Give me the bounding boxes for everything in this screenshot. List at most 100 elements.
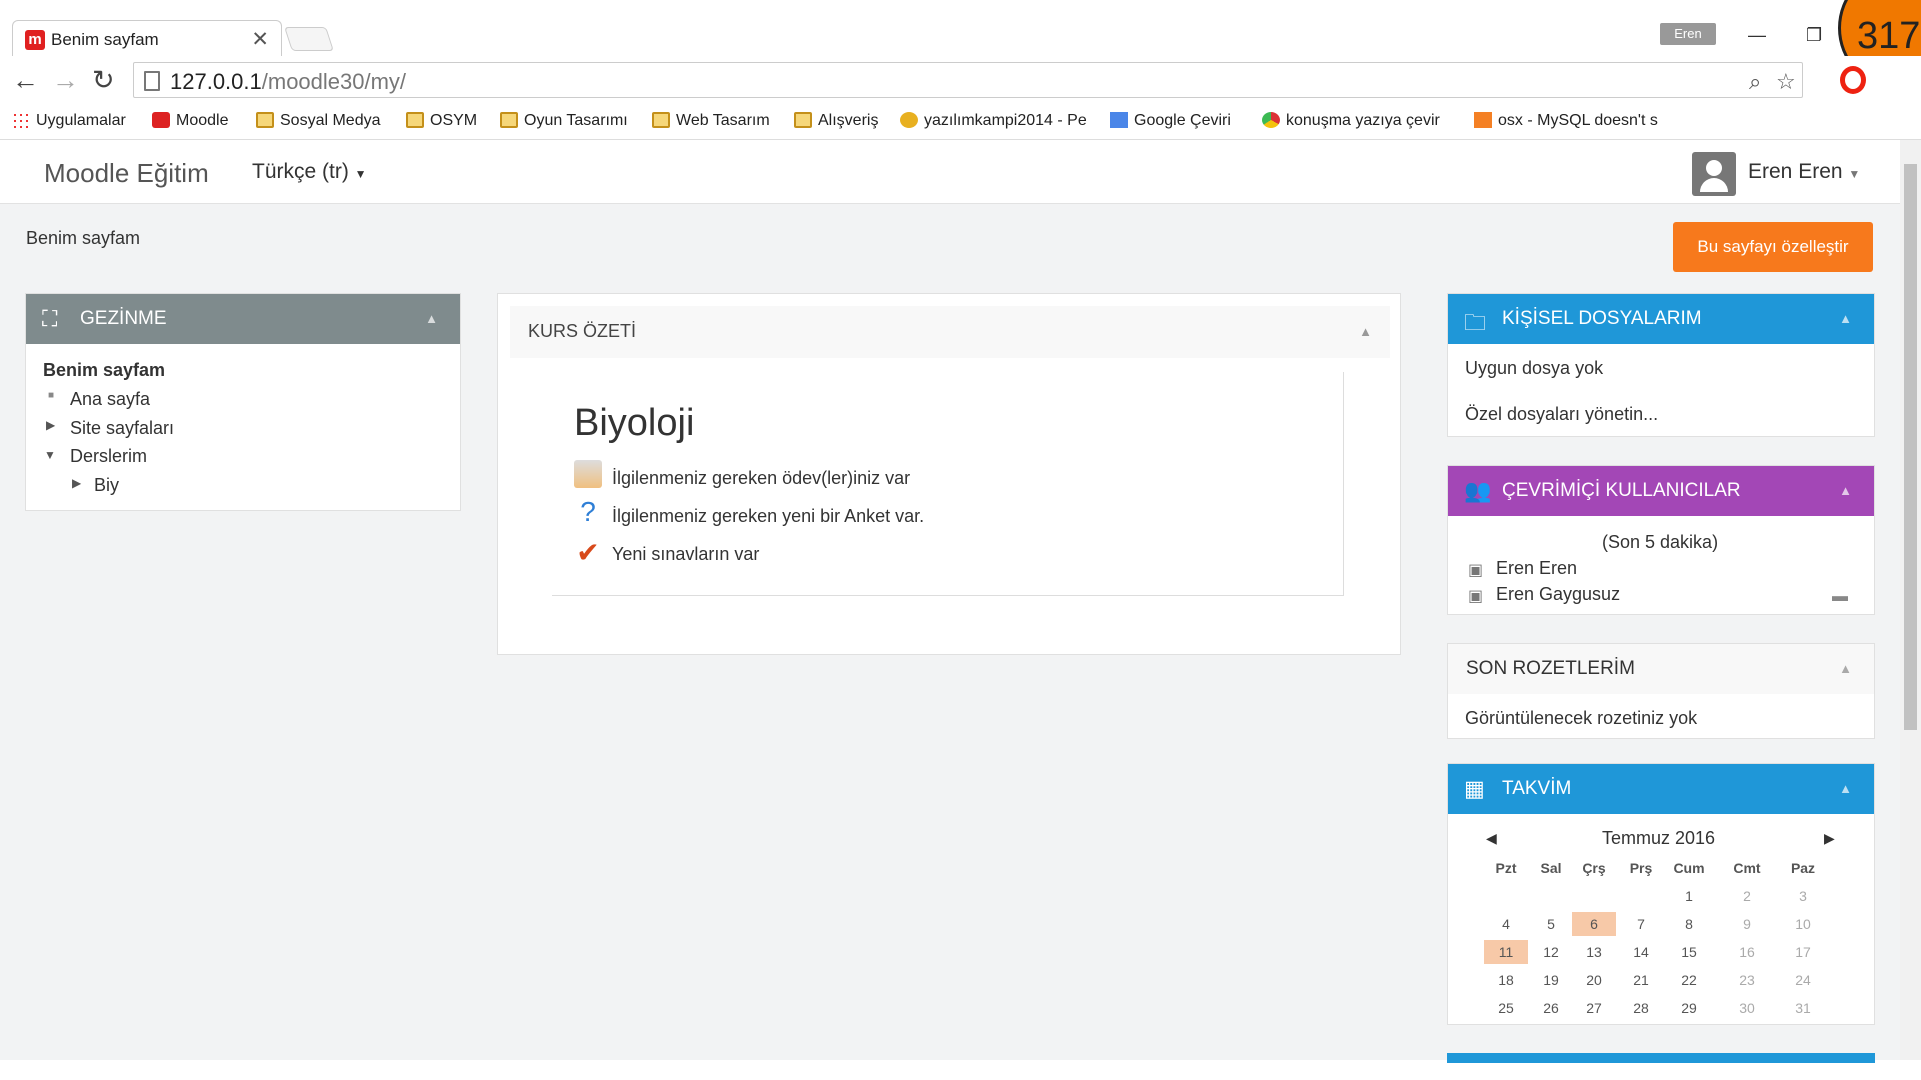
bookmark-label: yazılımkampi2014 - Pe (924, 112, 1087, 129)
calendar-day[interactable]: 24 (1781, 968, 1825, 992)
avatar[interactable] (1692, 152, 1736, 196)
profile-badge[interactable]: Eren (1660, 23, 1716, 45)
collapse-tree-icon[interactable]: ▼ (44, 448, 56, 462)
forward-icon[interactable]: → (52, 65, 79, 96)
nav-item-my-page[interactable]: Benim sayfam (43, 360, 165, 381)
language-menu[interactable]: Türkçe (tr) ▼ (252, 160, 367, 184)
bookmark-osym[interactable]: OSYM (406, 112, 477, 130)
online-user[interactable]: Eren Gaygusuz (1496, 584, 1620, 605)
folder-icon (652, 112, 670, 128)
bookmark-yazilimkampi[interactable]: yazılımkampi2014 - Pe (900, 112, 1087, 130)
calendar-day[interactable]: 21 (1619, 968, 1663, 992)
calendar-day[interactable]: 18 (1484, 968, 1528, 992)
navigation-header[interactable]: ⛶ GEZİNME ▲ (26, 294, 460, 344)
collapse-icon[interactable]: ▲ (1839, 311, 1852, 326)
private-files-header[interactable]: 🗀 KİŞİSEL DOSYALARIM ▲ (1448, 294, 1874, 344)
breadcrumb[interactable]: Benim sayfam (26, 228, 140, 249)
user-menu[interactable]: Eren Eren ▼ (1748, 160, 1860, 184)
customize-page-button[interactable]: Bu sayfayı özelleştir (1673, 222, 1873, 272)
expand-icon[interactable]: ▶ (72, 476, 81, 490)
user-icon: ▣ (1468, 562, 1484, 579)
bookmark-sosyal-medya[interactable]: Sosyal Medya (256, 112, 381, 130)
collapse-icon[interactable]: ▲ (1839, 661, 1852, 676)
folder-icon (406, 112, 424, 128)
opera-extension-icon[interactable] (1840, 66, 1866, 94)
calendar-day[interactable]: 27 (1572, 996, 1616, 1020)
sitemap-icon: ⛶ (42, 306, 58, 331)
collapse-icon[interactable]: ▲ (1839, 781, 1852, 796)
minimize-icon[interactable]: — (1748, 25, 1766, 46)
calendar-day[interactable]: 15 (1667, 940, 1711, 964)
calendar-day[interactable]: 14 (1619, 940, 1663, 964)
calendar-day[interactable]: 12 (1529, 940, 1573, 964)
calendar-day[interactable]: 6 (1572, 912, 1616, 936)
calendar-day[interactable]: 20 (1572, 968, 1616, 992)
notice-quiz[interactable]: Yeni sınavların var (612, 544, 759, 565)
calendar-day[interactable]: 30 (1725, 996, 1769, 1020)
calendar-day[interactable]: 19 (1529, 968, 1573, 992)
collapse-icon[interactable]: ▲ (1359, 324, 1372, 339)
new-tab-button[interactable] (284, 27, 334, 51)
zoom-icon[interactable]: ⌕ (1749, 69, 1761, 95)
calendar-day[interactable]: 25 (1484, 996, 1528, 1020)
calendar-day[interactable]: 29 (1667, 996, 1711, 1020)
calendar-day[interactable]: 17 (1781, 940, 1825, 964)
bookmark-osx-mysql[interactable]: osx - MySQL doesn't s (1474, 112, 1658, 130)
calendar-day[interactable]: 10 (1781, 912, 1825, 936)
message-icon[interactable]: ▬ (1832, 588, 1848, 606)
scrollbar[interactable] (1900, 140, 1921, 1060)
collapse-icon[interactable]: ▲ (425, 311, 438, 326)
calendar-day[interactable]: 3 (1781, 884, 1825, 908)
calendar-day[interactable]: 22 (1667, 968, 1711, 992)
private-files-title: KİŞİSEL DOSYALARIM (1502, 308, 1702, 329)
bookmark-moodle[interactable]: Moodle (152, 112, 228, 130)
browser-tab[interactable]: m Benim sayfam ✕ (12, 20, 282, 56)
bookmark-oyun-tasarimi[interactable]: Oyun Tasarımı (500, 112, 628, 130)
calendar-day[interactable]: 4 (1484, 912, 1528, 936)
notice-assignment[interactable]: İlgilenmeniz gereken ödev(ler)iniz var (612, 468, 910, 489)
bookmark-google-ceviri[interactable]: Google Çeviri (1110, 112, 1231, 130)
calendar-day[interactable]: 11 (1484, 940, 1528, 964)
calendar-header[interactable]: ▦ TAKVİM ▲ (1448, 764, 1874, 814)
nav-item-biy[interactable]: Biy (94, 475, 119, 496)
online-users-header[interactable]: 👥 ÇEVRİMİÇİ KULLANICILAR ▲ (1448, 466, 1874, 516)
course-overview-header[interactable]: KURS ÖZETİ ▲ (510, 306, 1390, 358)
reload-icon[interactable]: ↻ (92, 65, 115, 96)
calendar-day[interactable]: 31 (1781, 996, 1825, 1020)
bookmark-star-icon[interactable]: ☆ (1776, 69, 1796, 95)
calendar-day[interactable]: 13 (1572, 940, 1616, 964)
bookmark-web-tasarim[interactable]: Web Tasarım (652, 112, 770, 130)
next-month-icon[interactable]: ▶ (1824, 830, 1835, 847)
nav-item-site-pages[interactable]: Site sayfaları (70, 418, 174, 439)
calendar-day[interactable]: 7 (1619, 912, 1663, 936)
nav-item-home[interactable]: Ana sayfa (70, 389, 150, 410)
calendar-day[interactable]: 16 (1725, 940, 1769, 964)
calendar-day[interactable]: 28 (1619, 996, 1663, 1020)
calendar-day[interactable]: 8 (1667, 912, 1711, 936)
calendar-day[interactable]: 5 (1529, 912, 1573, 936)
manage-files-link[interactable]: Özel dosyaları yönetin... (1465, 404, 1658, 425)
badges-header[interactable]: SON ROZETLERİM ▲ (1448, 644, 1874, 694)
close-tab-icon[interactable]: ✕ (251, 27, 269, 52)
nav-item-my-courses[interactable]: Derslerim (70, 446, 147, 467)
bookmark-konusma[interactable]: konuşma yazıya çevir (1262, 112, 1440, 130)
restore-icon[interactable]: ❐ (1806, 25, 1822, 46)
calendar-day[interactable]: 26 (1529, 996, 1573, 1020)
calendar-day[interactable]: 1 (1667, 884, 1711, 908)
bookmark-apps[interactable]: Uygulamalar (12, 112, 126, 130)
calendar-day[interactable]: 23 (1725, 968, 1769, 992)
scrollbar-thumb[interactable] (1904, 164, 1917, 730)
address-bar[interactable]: 127.0.0.1/moodle30/my/ ⌕ ☆ (133, 62, 1803, 98)
bookmark-alisveris[interactable]: Alışveriş (794, 112, 878, 130)
notice-survey[interactable]: İlgilenmeniz gereken yeni bir Anket var. (612, 506, 924, 527)
collapse-icon[interactable]: ▲ (1839, 483, 1852, 498)
back-icon[interactable]: ← (12, 65, 39, 96)
question-icon: ? (580, 496, 596, 527)
online-user[interactable]: Eren Eren (1496, 558, 1577, 579)
course-title-link[interactable]: Biyoloji (574, 402, 694, 445)
prev-month-icon[interactable]: ◀ (1486, 830, 1497, 847)
calendar-day[interactable]: 9 (1725, 912, 1769, 936)
expand-icon[interactable]: ▶ (46, 418, 55, 432)
site-brand[interactable]: Moodle Eğitim (44, 158, 209, 189)
calendar-day[interactable]: 2 (1725, 884, 1769, 908)
